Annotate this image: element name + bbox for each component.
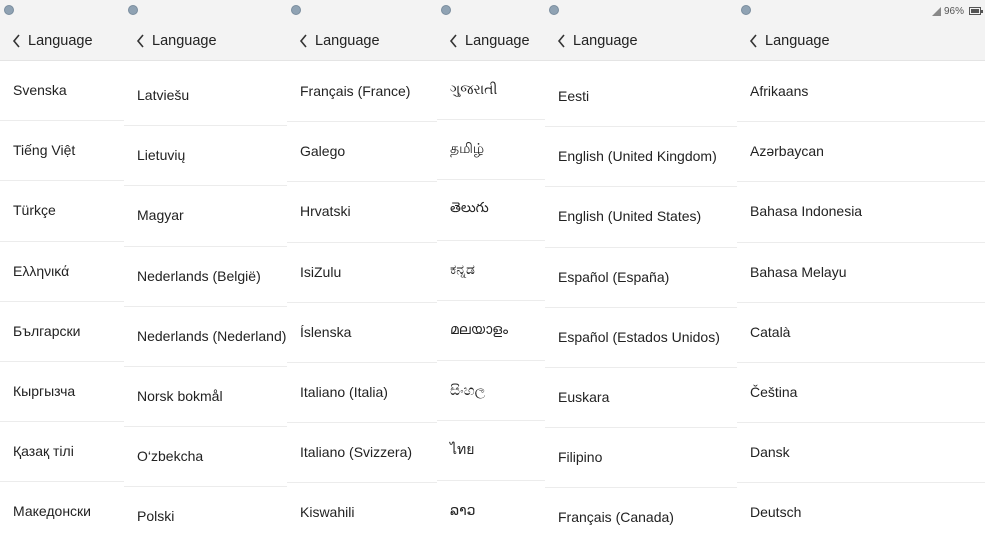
language-option[interactable]: Eesti: [545, 66, 737, 126]
language-option[interactable]: Deutsch: [737, 482, 985, 533]
language-option[interactable]: Norsk bokmål: [124, 366, 287, 426]
header: Language: [737, 22, 985, 61]
language-option[interactable]: සිංහල: [437, 360, 545, 420]
language-option[interactable]: Latviešu: [124, 65, 287, 125]
language-option[interactable]: Кыргызча: [0, 361, 124, 421]
header: Language: [437, 22, 545, 61]
language-panel-6: 96% Language Afrikaans Azərbaycan Bahasa I…: [737, 0, 985, 533]
status-bar: [545, 0, 737, 22]
language-option[interactable]: ລາວ: [437, 480, 545, 533]
notification-icon: [441, 5, 451, 15]
language-option[interactable]: தமிழ்: [437, 119, 545, 179]
language-option[interactable]: English (United Kingdom): [545, 126, 737, 186]
notification-icon: [4, 5, 14, 15]
language-option[interactable]: Azərbaycan: [737, 121, 985, 181]
language-option[interactable]: Magyar: [124, 185, 287, 245]
language-option[interactable]: Čeština: [737, 362, 985, 422]
language-option[interactable]: O‘zbekcha: [124, 426, 287, 486]
language-option[interactable]: English (United States): [545, 186, 737, 246]
chevron-left-icon: [12, 34, 20, 48]
status-bar: [0, 0, 124, 22]
language-option[interactable]: Ελληνικά: [0, 241, 124, 301]
language-option[interactable]: Français (France): [287, 61, 437, 121]
language-panel-1: Language Svenska Tiếng Việt Türkçe Ελληνικά…: [0, 0, 124, 533]
language-option[interactable]: Italiano (Svizzera): [287, 422, 437, 482]
battery-percent: 96%: [943, 5, 964, 17]
language-option[interactable]: ไทย: [437, 420, 545, 480]
header-title: Language: [315, 33, 380, 49]
language-option[interactable]: Български: [0, 301, 124, 361]
back-button[interactable]: Language: [124, 33, 217, 49]
notification-icon: [741, 5, 751, 15]
header: Language: [124, 22, 287, 61]
language-option[interactable]: Македонски: [0, 481, 124, 533]
status-bar: [287, 0, 437, 22]
language-option[interactable]: Afrikaans: [737, 61, 985, 121]
language-option[interactable]: Euskara: [545, 367, 737, 427]
language-option[interactable]: Bahasa Indonesia: [737, 181, 985, 241]
language-option[interactable]: Italiano (Italia): [287, 362, 437, 422]
language-option[interactable]: Español (Estados Unidos): [545, 307, 737, 367]
notification-icon: [128, 5, 138, 15]
chevron-left-icon: [299, 34, 307, 48]
language-option[interactable]: Polski: [124, 486, 287, 533]
back-button[interactable]: Language: [287, 33, 380, 49]
header-title: Language: [465, 33, 530, 49]
chevron-left-icon: [136, 34, 144, 48]
notification-icon: [291, 5, 301, 15]
language-panel-2: Language Latviešu Lietuvių Magyar Nederland…: [124, 0, 287, 533]
language-option[interactable]: Galego: [287, 121, 437, 181]
back-button[interactable]: Language: [437, 33, 530, 49]
language-option[interactable]: Català: [737, 302, 985, 362]
language-option[interactable]: Español (España): [545, 247, 737, 307]
language-option[interactable]: Қазақ тілі: [0, 421, 124, 481]
language-panel-3: Language Français (France) Galego Hrvatski…: [287, 0, 437, 533]
language-option[interactable]: Svenska: [0, 60, 124, 120]
language-option[interactable]: ગુજરાતી: [437, 59, 545, 119]
header: Language: [545, 22, 737, 61]
status-bar: 96%: [737, 0, 985, 22]
battery-icon: [969, 7, 983, 15]
language-option[interactable]: Filipino: [545, 427, 737, 487]
back-button[interactable]: Language: [545, 33, 638, 49]
language-option[interactable]: Tiếng Việt: [0, 120, 124, 180]
header-title: Language: [765, 33, 830, 49]
language-option[interactable]: Français (Canada): [545, 487, 737, 533]
language-option[interactable]: Lietuvių: [124, 125, 287, 185]
header: Language: [0, 22, 124, 61]
status-bar: [437, 0, 545, 22]
language-option[interactable]: Türkçe: [0, 180, 124, 240]
status-bar: [124, 0, 287, 22]
status-indicators: 96%: [931, 4, 983, 18]
language-option[interactable]: Kiswahili: [287, 482, 437, 533]
language-option[interactable]: മലയാളം: [437, 300, 545, 360]
language-option[interactable]: Nederlands (België): [124, 246, 287, 306]
language-option[interactable]: ಕನ್ನಡ: [437, 240, 545, 300]
language-panel-4: Language ગુજરાતી தமிழ் తెలుగు ಕನ್ನಡ മലയാളം සි…: [437, 0, 545, 533]
language-option[interactable]: Hrvatski: [287, 181, 437, 241]
back-button[interactable]: Language: [737, 33, 830, 49]
language-option[interactable]: తెలుగు: [437, 179, 545, 239]
header-title: Language: [573, 33, 638, 49]
header-title: Language: [28, 33, 93, 49]
language-panel-5: Language Eesti English (United Kingdom) En…: [545, 0, 737, 533]
language-option[interactable]: Dansk: [737, 422, 985, 482]
signal-icon: [931, 6, 941, 16]
notification-icon: [549, 5, 559, 15]
chevron-left-icon: [557, 34, 565, 48]
language-option[interactable]: IsiZulu: [287, 242, 437, 302]
language-option[interactable]: Nederlands (Nederland): [124, 306, 287, 366]
language-option[interactable]: Íslenska: [287, 302, 437, 362]
chevron-left-icon: [449, 34, 457, 48]
back-button[interactable]: Language: [0, 33, 93, 49]
header-title: Language: [152, 33, 217, 49]
chevron-left-icon: [749, 34, 757, 48]
header: Language: [287, 22, 437, 61]
language-option[interactable]: Bahasa Melayu: [737, 242, 985, 302]
